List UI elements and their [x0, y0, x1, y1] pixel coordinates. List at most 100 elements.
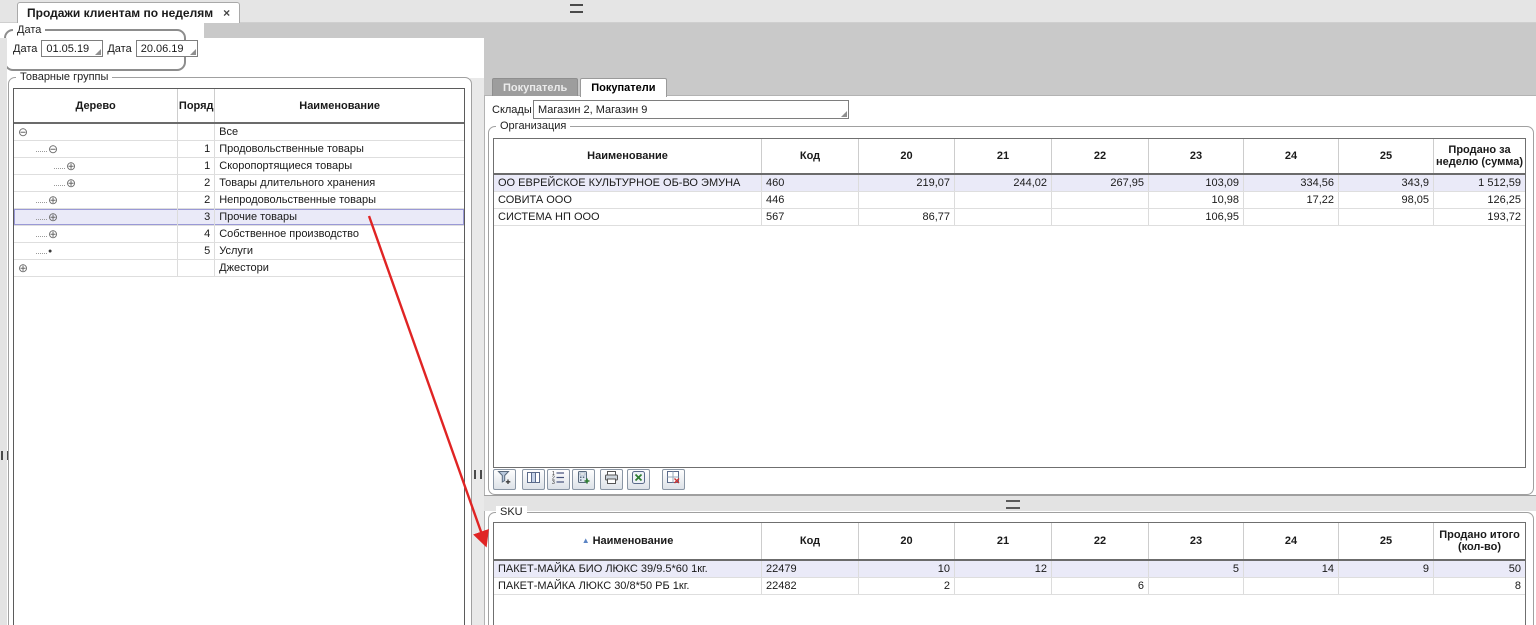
sku-row[interactable]: ПАКЕТ-МАЙКА ЛЮКС 30/8*50 РБ 1кг.22482268 [494, 578, 1525, 595]
sku-cell[interactable]: 14 [1244, 561, 1339, 577]
organization-cell[interactable]: СОВИТА ООО [494, 192, 762, 208]
expand-icon[interactable]: ⊕ [48, 212, 58, 223]
excel-export-button[interactable] [627, 469, 650, 490]
organization-col-header[interactable]: 22 [1052, 139, 1149, 173]
panel-splitter-grip[interactable] [474, 470, 482, 479]
sku-cell[interactable] [1339, 578, 1434, 594]
organization-cell[interactable]: 98,05 [1339, 192, 1434, 208]
calculator-add-button[interactable] [572, 469, 595, 490]
organization-cell[interactable] [1244, 209, 1339, 225]
sku-cell[interactable]: 9 [1339, 561, 1434, 577]
tree-node-cell[interactable]: ⊕ [14, 260, 178, 276]
expand-icon[interactable]: ⊕ [48, 229, 58, 240]
organization-cell[interactable]: 1 512,59 [1434, 175, 1525, 191]
date-to-input[interactable]: 20.06.19 [136, 40, 198, 57]
expand-icon[interactable]: ⊕ [66, 178, 76, 189]
sku-cell[interactable]: 22482 [762, 578, 859, 594]
tree-row[interactable]: ⊕1Скоропортящиеся товары [14, 158, 464, 175]
order-cell[interactable]: 4 [178, 226, 215, 242]
organization-cell[interactable]: 219,07 [859, 175, 955, 191]
sku-cell[interactable]: 8 [1434, 578, 1525, 594]
tab-customer[interactable]: Покупатель [492, 78, 578, 96]
expand-icon[interactable]: ⊕ [48, 195, 58, 206]
organization-col-header[interactable]: Продано за неделю (сумма) [1434, 139, 1525, 173]
organization-cell[interactable]: 17,22 [1244, 192, 1339, 208]
name-cell[interactable]: Все [215, 124, 464, 140]
warehouses-input[interactable]: Магазин 2, Магазин 9 [533, 100, 849, 119]
tree-row[interactable]: ⊕ Джестори [14, 260, 464, 277]
sku-col-header[interactable]: 22 [1052, 523, 1149, 559]
organization-col-header[interactable]: 20 [859, 139, 955, 173]
tree-node-cell[interactable]: ⊕ [14, 175, 178, 191]
organization-col-header[interactable]: 24 [1244, 139, 1339, 173]
sku-row[interactable]: ПАКЕТ-МАЙКА БИО ЛЮКС 39/9.5*60 1кг.22479… [494, 561, 1525, 578]
sku-cell[interactable]: 10 [859, 561, 955, 577]
order-cell[interactable] [178, 124, 215, 140]
clear-table-button[interactable] [662, 469, 685, 490]
tree-node-cell[interactable]: ⊕ [14, 209, 178, 225]
organization-col-header[interactable]: 21 [955, 139, 1052, 173]
organization-cell[interactable]: СИСТЕМА НП ООО [494, 209, 762, 225]
tree-node-cell[interactable]: ⊕ [14, 226, 178, 242]
sku-col-header[interactable]: 24 [1244, 523, 1339, 559]
organization-cell[interactable]: 334,56 [1244, 175, 1339, 191]
tree-col-header[interactable]: Поряд [178, 89, 215, 122]
collapse-icon[interactable]: ⊖ [18, 127, 28, 138]
tree-row[interactable]: ⊕3Прочие товары [14, 209, 464, 226]
expand-icon[interactable]: ⊕ [18, 263, 28, 274]
sku-cell[interactable]: ПАКЕТ-МАЙКА БИО ЛЮКС 39/9.5*60 1кг. [494, 561, 762, 577]
tree-node-cell[interactable]: ⊕ [14, 192, 178, 208]
organization-col-header[interactable]: 25 [1339, 139, 1434, 173]
organization-cell[interactable]: 460 [762, 175, 859, 191]
organization-cell[interactable]: 244,02 [955, 175, 1052, 191]
name-cell[interactable]: Товары длительного хранения [215, 175, 464, 191]
sku-col-header[interactable]: Продано итого (кол-во) [1434, 523, 1525, 559]
sku-cell[interactable]: ПАКЕТ-МАЙКА ЛЮКС 30/8*50 РБ 1кг. [494, 578, 762, 594]
sku-cell[interactable]: 50 [1434, 561, 1525, 577]
sku-cell[interactable]: 12 [955, 561, 1052, 577]
tree-row[interactable]: ●5Услуги [14, 243, 464, 260]
order-cell[interactable]: 2 [178, 192, 215, 208]
tab-customers[interactable]: Покупатели [580, 78, 666, 97]
organization-cell[interactable]: 103,09 [1149, 175, 1244, 191]
close-icon[interactable]: × [223, 8, 230, 18]
organization-cell[interactable] [955, 192, 1052, 208]
organization-cell[interactable] [1052, 209, 1149, 225]
filter-add-button[interactable] [493, 469, 516, 490]
tree-row[interactable]: ⊕ 2Непродовольственные товары [14, 192, 464, 209]
horizontal-splitter[interactable] [484, 495, 1536, 511]
order-cell[interactable]: 5 [178, 243, 215, 259]
sku-cell[interactable] [1052, 561, 1149, 577]
tree-row[interactable]: ⊖1Продовольственные товары [14, 141, 464, 158]
print-button[interactable] [600, 469, 623, 490]
top-splitter-grip[interactable] [570, 4, 583, 13]
organization-cell[interactable]: 126,25 [1434, 192, 1525, 208]
organization-cell[interactable] [1339, 209, 1434, 225]
organization-cell[interactable] [859, 192, 955, 208]
name-cell[interactable]: Скоропортящиеся товары [215, 158, 464, 174]
organization-row[interactable]: СИСТЕМА НП ООО56786,77106,95193,72 [494, 209, 1525, 226]
name-cell[interactable]: Джестори [215, 260, 464, 276]
tree-row[interactable]: ⊖ Все [14, 124, 464, 141]
tree-row[interactable]: ⊕2Товары длительного хранения [14, 175, 464, 192]
organization-cell[interactable] [955, 209, 1052, 225]
left-edge-splitter[interactable] [0, 38, 7, 625]
collapse-icon[interactable]: ⊖ [48, 144, 58, 155]
tree-node-cell[interactable]: ● [14, 243, 178, 259]
sku-col-header[interactable]: 25 [1339, 523, 1434, 559]
name-cell[interactable]: Непродовольственные товары [215, 192, 464, 208]
expand-icon[interactable]: ⊕ [66, 161, 76, 172]
organization-col-header[interactable]: 23 [1149, 139, 1244, 173]
organization-cell[interactable]: 86,77 [859, 209, 955, 225]
organization-cell[interactable]: 193,72 [1434, 209, 1525, 225]
tree-col-header[interactable]: Дерево [14, 89, 178, 122]
leaf-icon[interactable]: ● [48, 246, 52, 257]
organization-cell[interactable]: 567 [762, 209, 859, 225]
sku-col-header[interactable]: ▲Наименование [494, 523, 762, 559]
sku-cell[interactable] [955, 578, 1052, 594]
sku-cell[interactable]: 22479 [762, 561, 859, 577]
sku-cell[interactable] [1244, 578, 1339, 594]
panel-splitter[interactable] [470, 78, 484, 625]
order-cell[interactable] [178, 260, 215, 276]
numbered-list-button[interactable]: 123 [547, 469, 570, 490]
